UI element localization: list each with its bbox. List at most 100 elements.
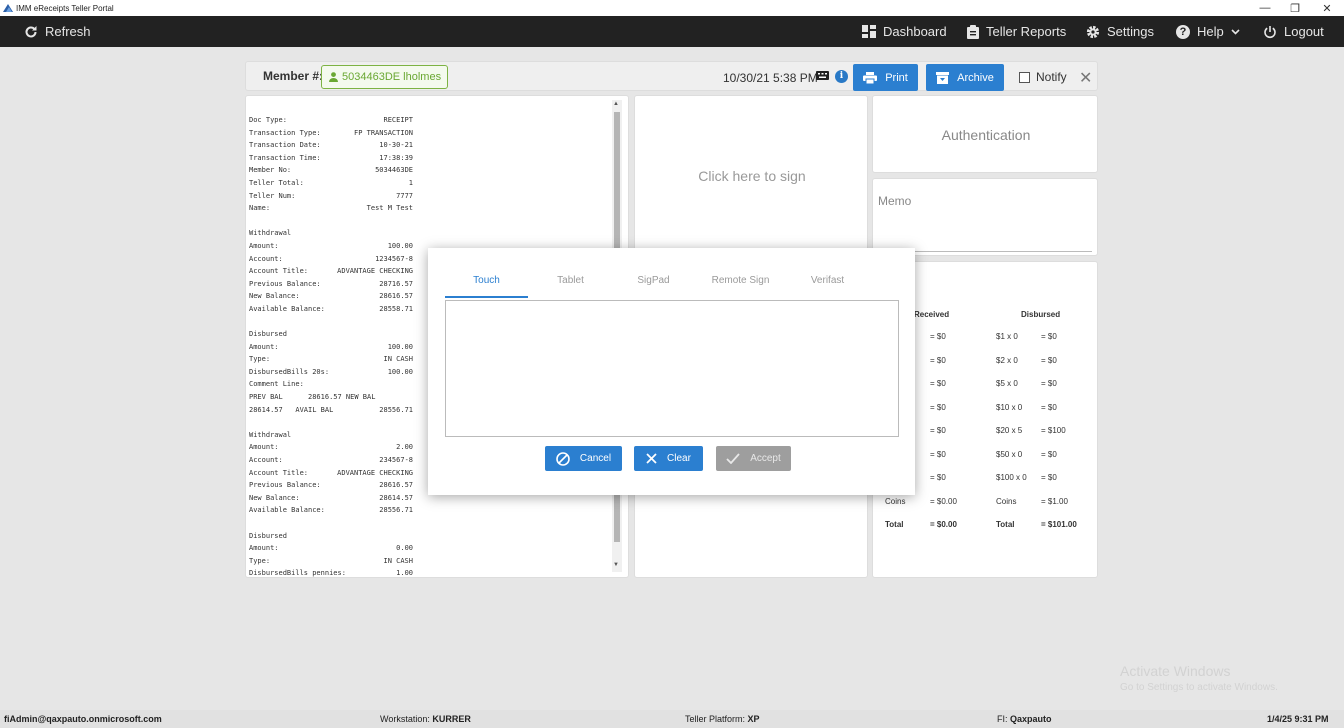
receipt-key: Available Balance: — [249, 304, 325, 313]
receipt-key: Member No: — [249, 166, 292, 175]
archive-button[interactable]: Archive — [926, 64, 1004, 91]
receipt-value: 28556.71 — [379, 405, 413, 414]
receipt-line: New Balance: 28614.57 — [249, 492, 413, 505]
receipt-value: 100.00 — [387, 241, 413, 250]
close-icon[interactable]: ✕ — [1079, 68, 1092, 88]
top-navbar: Refresh Dashboard Teller Reports Setting… — [0, 16, 1344, 47]
scroll-up-icon[interactable]: ▲ — [613, 101, 619, 107]
received-row-value: = $0 — [930, 379, 946, 388]
receipt-key: New Balance: — [249, 292, 300, 301]
receipt-line: Transaction Date: 10-30-21 — [249, 139, 413, 152]
receipt-line: Previous Balance: 28616.57 — [249, 479, 413, 492]
refresh-button[interactable]: Refresh — [24, 16, 91, 47]
receipt-value: 10-30-21 — [379, 141, 413, 150]
receipt-line: Teller Total: 1 — [249, 177, 413, 190]
receipt-key: Withdrawal — [249, 229, 292, 238]
receipt-line: Transaction Time: 17:38:39 — [249, 152, 413, 165]
receipt-line: Amount: 100.00 — [249, 240, 413, 253]
user-icon — [329, 72, 338, 82]
status-bar: fiAdmin@qaxpauto.onmicrosoft.com Worksta… — [0, 710, 1344, 728]
nav-settings-label: Settings — [1107, 24, 1154, 39]
receipt-value: 100.00 — [387, 342, 413, 351]
close-window-button[interactable]: ✕ — [1312, 0, 1342, 16]
authentication-label: Authentication — [941, 127, 1031, 143]
nav-logout[interactable]: Logout — [1263, 16, 1324, 47]
receipt-key: Teller Num: — [249, 191, 296, 200]
receipt-line: Type: IN CASH — [249, 555, 413, 568]
receipt-line: Doc Type: RECEIPT — [249, 114, 413, 127]
tab-verifast[interactable]: Verifast — [790, 275, 865, 286]
tab-remote-sign[interactable]: Remote Sign — [698, 275, 783, 286]
receipt-key: Disbursed — [249, 330, 287, 339]
member-chip-text: 5034463DE lholmes — [342, 71, 442, 83]
member-chip[interactable]: 5034463DE lholmes — [321, 65, 448, 89]
receipt-line: Available Balance: 28556.71 — [249, 504, 413, 517]
disbursed-row-value: = $0 — [1041, 402, 1057, 412]
nav-help-label: Help — [1197, 24, 1224, 39]
nav-settings[interactable]: Settings — [1086, 16, 1154, 47]
minimize-button[interactable]: — — [1250, 0, 1280, 16]
nav-dashboard[interactable]: Dashboard — [862, 16, 947, 47]
restore-button[interactable]: ❐ — [1280, 0, 1310, 16]
info-icon[interactable]: i — [835, 70, 848, 83]
receipt-line: DisbursedBills pennies: 1.00 — [249, 567, 413, 577]
receipt-value: 234567-8 — [379, 456, 413, 465]
receipt-line: Amount: 2.00 — [249, 441, 413, 454]
receipt-line: PREV BAL 28616.57 NEW BAL — [249, 391, 413, 404]
status-fi-value: Qaxpauto — [1010, 714, 1052, 724]
receipt-key: Teller Total: — [249, 178, 304, 187]
accept-button[interactable]: Accept — [716, 446, 791, 471]
receipt-line: Withdrawal — [249, 429, 413, 442]
receipt-key: Amount: — [249, 241, 279, 250]
receipt-value: 0.00 — [396, 544, 413, 553]
clear-button[interactable]: Clear — [634, 446, 703, 471]
cancel-icon — [556, 451, 570, 466]
power-icon — [1264, 25, 1276, 38]
tab-tablet[interactable]: Tablet — [533, 275, 608, 286]
nav-dashboard-label: Dashboard — [883, 24, 947, 39]
cancel-button[interactable]: Cancel — [545, 446, 622, 471]
receipt-key: Amount: — [249, 342, 279, 351]
window-title: IMM eReceipts Teller Portal — [16, 3, 114, 13]
receipt-key: Account Title: — [249, 267, 309, 276]
signature-canvas[interactable] — [445, 300, 899, 437]
nav-teller-reports[interactable]: Teller Reports — [967, 16, 1066, 47]
receipt-key: Account: — [249, 254, 283, 263]
memo-panel[interactable]: Memo — [872, 178, 1098, 256]
receipt-key: Previous Balance: — [249, 279, 321, 288]
receipt-value: 17:38:39 — [379, 153, 413, 162]
scroll-down-icon[interactable]: ▼ — [613, 562, 619, 568]
receipt-key: Type: — [249, 556, 271, 565]
receipt-key: Transaction Type: — [249, 128, 321, 137]
disbursed-row-denomination: $50 x 0 — [996, 449, 1023, 459]
receipt-line: Transaction Type: FP TRANSACTION — [249, 127, 413, 140]
receipt-value: 1 — [408, 178, 413, 187]
disbursed-row-value: = $0 — [1041, 332, 1057, 341]
tab-sigpad[interactable]: SigPad — [616, 275, 691, 286]
disbursed-row-value: = $0 — [1041, 449, 1057, 459]
received-row-value: = $0 — [930, 449, 946, 459]
check-icon — [726, 453, 740, 464]
tab-touch[interactable]: Touch — [445, 275, 528, 286]
status-user: fiAdmin@qaxpauto.onmicrosoft.com — [4, 714, 162, 724]
receipt-value: IN CASH — [383, 355, 413, 364]
print-button[interactable]: Print — [853, 64, 918, 91]
disbursed-row-denomination: $20 x 5 — [996, 426, 1023, 435]
received-row-value: = $0 — [930, 355, 946, 365]
receipt-line: Previous Balance: 28716.57 — [249, 278, 413, 291]
refresh-icon — [25, 25, 37, 37]
authentication-panel[interactable]: Authentication — [872, 95, 1098, 173]
status-platform: Teller Platform: XP — [685, 714, 760, 724]
nav-logout-label: Logout — [1284, 24, 1324, 39]
receipt-line: Amount: 100.00 — [249, 341, 413, 354]
receipt-line: Account Title: ADVANTAGE CHECKING — [249, 467, 413, 480]
nav-help[interactable]: ? Help — [1176, 16, 1240, 47]
gear-icon — [1086, 25, 1100, 38]
total-label: Total — [885, 520, 904, 529]
notify-checkbox[interactable]: Notify — [1019, 70, 1067, 84]
keyboard-icon[interactable] — [816, 71, 829, 80]
receipt-value: IN CASH — [383, 556, 413, 565]
receipt-key: Doc Type: — [249, 116, 287, 124]
received-row-value: = $0 — [930, 332, 946, 341]
status-fi: FI: Qaxpauto — [997, 714, 1052, 724]
